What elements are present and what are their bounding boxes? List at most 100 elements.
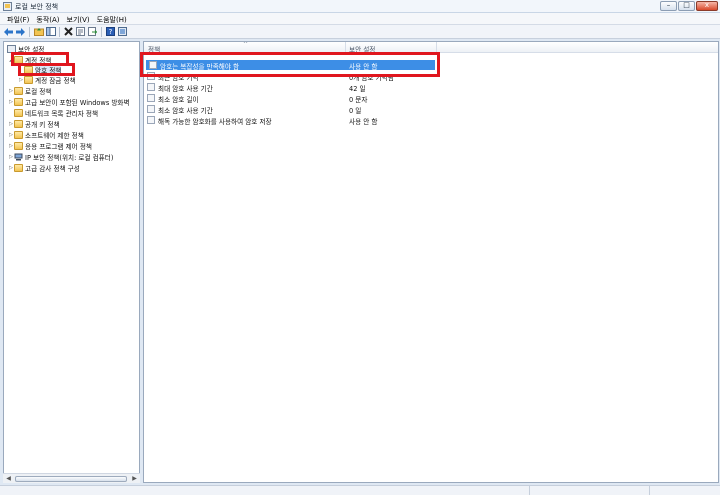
maximize-button[interactable]: □: [678, 1, 695, 11]
forward-arrow-icon: [16, 27, 25, 36]
policy-list-pane[interactable]: 정책 ^ 보안 설정 암호는 복잡성을 만족해야 함 사용 안 함 최근 암호 …: [143, 41, 719, 483]
policy-setting: 사용 안 함: [349, 63, 378, 71]
folder-icon: [14, 109, 23, 117]
policy-setting: 0 문자: [349, 96, 368, 104]
policy-name: 최소 암호 길이: [158, 96, 199, 104]
policy-setting: 0 일: [349, 107, 362, 115]
sort-ascending-icon: ^: [243, 41, 249, 48]
policy-item-icon: [147, 72, 155, 80]
menu-view[interactable]: 보기(V): [64, 13, 94, 24]
scroll-right-icon[interactable]: ▶: [130, 475, 139, 483]
title-bar: 로컬 보안 정책 – □ x: [0, 0, 720, 13]
folder-icon: [14, 120, 23, 128]
help-icon: ?: [106, 27, 115, 36]
tree-item-local-policy[interactable]: ▷ 로컬 정책: [8, 86, 51, 96]
policy-item-icon: [149, 61, 157, 69]
up-folder-button[interactable]: [33, 26, 44, 37]
column-header-security-setting[interactable]: 보안 설정: [349, 44, 375, 54]
status-cell: [530, 486, 650, 495]
properties-button[interactable]: [75, 26, 86, 37]
list-column-header: 정책 ^ 보안 설정: [144, 41, 718, 54]
menu-file[interactable]: 파일(F): [4, 13, 33, 24]
help-button[interactable]: ?: [105, 26, 116, 37]
toolbar-separator: [59, 26, 60, 37]
table-row[interactable]: 최대 암호 사용 기간 42 일: [144, 82, 718, 93]
console-icon: [118, 27, 127, 36]
menu-bar: 파일(F) 동작(A) 보기(V) 도움말(H): [0, 13, 720, 25]
table-row[interactable]: 최소 암호 길이 0 문자: [144, 93, 718, 104]
tree-item-label: IP 보안 정책(위치: 로컬 컴퓨터): [25, 154, 114, 162]
scroll-left-icon[interactable]: ◀: [4, 475, 13, 483]
menu-action[interactable]: 동작(A): [33, 13, 63, 24]
tree-item-password-policy[interactable]: 암호 정책: [18, 65, 62, 75]
window-title: 로컬 보안 정책: [15, 3, 59, 11]
table-row[interactable]: 해독 가능한 암호화를 사용하여 암호 저장 사용 안 함: [144, 115, 718, 126]
properties-icon: [76, 27, 85, 36]
status-cell: [0, 486, 530, 495]
column-divider[interactable]: [345, 42, 346, 53]
policy-setting: 0개 암호 기억됨: [349, 74, 394, 82]
toolbar-separator: [29, 26, 30, 37]
folder-icon: [24, 66, 33, 74]
tree-item-label: 소프트웨어 제한 정책: [25, 132, 84, 140]
policy-item-icon: [147, 94, 155, 102]
export-list-button[interactable]: [87, 26, 98, 37]
tree-item-application-control[interactable]: ▷ 응용 프로그램 제어 정책: [8, 141, 92, 151]
close-button[interactable]: x: [696, 1, 718, 11]
folder-icon: [14, 98, 23, 106]
tree-item-label: 로컬 정책: [25, 88, 52, 96]
tree-item-public-key-policy[interactable]: ▷ 공개 키 정책: [8, 119, 60, 129]
ip-security-icon: [14, 153, 23, 161]
security-policy-icon: [3, 2, 12, 11]
show-hide-tree-icon: [45, 27, 56, 36]
tree-root-security-settings[interactable]: 보안 설정: [7, 44, 44, 54]
tree-item-ip-security[interactable]: ▷ IP 보안 정책(위치: 로컬 컴퓨터): [8, 152, 113, 162]
table-row[interactable]: 암호는 복잡성을 만족해야 함 사용 안 함: [146, 60, 435, 71]
forward-button[interactable]: [15, 26, 26, 37]
folder-icon: [14, 56, 23, 64]
policy-item-icon: [147, 116, 155, 124]
policy-name: 최근 암호 기억: [158, 74, 199, 82]
tree-item-label: 암호 정책: [35, 65, 62, 75]
up-folder-icon: [33, 28, 44, 36]
window-controls: – □ x: [660, 1, 718, 11]
tree-item-label: 보안 설정: [18, 46, 45, 54]
tree-item-label: 계정 잠금 정책: [35, 77, 76, 85]
export-list-icon: [88, 27, 97, 36]
svg-text:?: ?: [109, 28, 113, 36]
tree-item-software-restriction[interactable]: ▷ 소프트웨어 제한 정책: [8, 130, 84, 140]
policy-item-icon: [147, 83, 155, 91]
tree-item-account-policy[interactable]: ◢ 계정 정책: [8, 55, 51, 65]
back-arrow-icon: [4, 27, 13, 36]
menu-help[interactable]: 도움말(H): [94, 13, 131, 24]
toolbar: ?: [0, 25, 720, 39]
policy-name: 최대 암호 사용 기간: [158, 85, 213, 93]
policy-item-icon: [147, 105, 155, 113]
console-button[interactable]: [117, 26, 128, 37]
minimize-button[interactable]: –: [660, 1, 677, 11]
back-button[interactable]: [3, 26, 14, 37]
tree-item-account-lockout-policy[interactable]: ▷ 계정 잠금 정책: [18, 75, 76, 85]
tree-item-advanced-audit[interactable]: ▷ 고급 감사 정책 구성: [8, 163, 80, 173]
tree-pane[interactable]: 보안 설정 ◢ 계정 정책 암호 정책 ▷ 계정 잠금 정책 ▷ 로컬 정책 ▷…: [3, 41, 140, 483]
folder-icon: [14, 131, 23, 139]
show-hide-tree-button[interactable]: [45, 26, 56, 37]
toolbar-separator: [101, 26, 102, 37]
policy-setting: 42 일: [349, 85, 366, 93]
folder-icon: [14, 164, 23, 172]
delete-button[interactable]: [63, 26, 74, 37]
table-row[interactable]: 최소 암호 사용 기간 0 일: [144, 104, 718, 115]
close-icon: x: [704, 1, 710, 9]
tree-item-label: 고급 보안이 포함된 Windows 방화벽: [25, 99, 130, 107]
scrollbar-thumb[interactable]: [15, 476, 127, 482]
table-row[interactable]: 최근 암호 기억 0개 암호 기억됨: [144, 71, 718, 82]
security-settings-icon: [7, 45, 16, 53]
policy-name: 암호는 복잡성을 만족해야 함: [160, 63, 240, 71]
column-divider[interactable]: [436, 42, 437, 53]
tree-item-network-list-manager[interactable]: 네트워크 목록 관리자 정책: [8, 108, 98, 118]
policy-setting: 사용 안 함: [349, 118, 378, 126]
tree-item-windows-firewall[interactable]: ▷ 고급 보안이 포함된 Windows 방화벽: [8, 97, 130, 107]
column-header-policy[interactable]: 정책: [148, 44, 160, 54]
tree-horizontal-scrollbar[interactable]: ◀ ▶: [3, 473, 140, 483]
folder-icon: [14, 142, 23, 150]
